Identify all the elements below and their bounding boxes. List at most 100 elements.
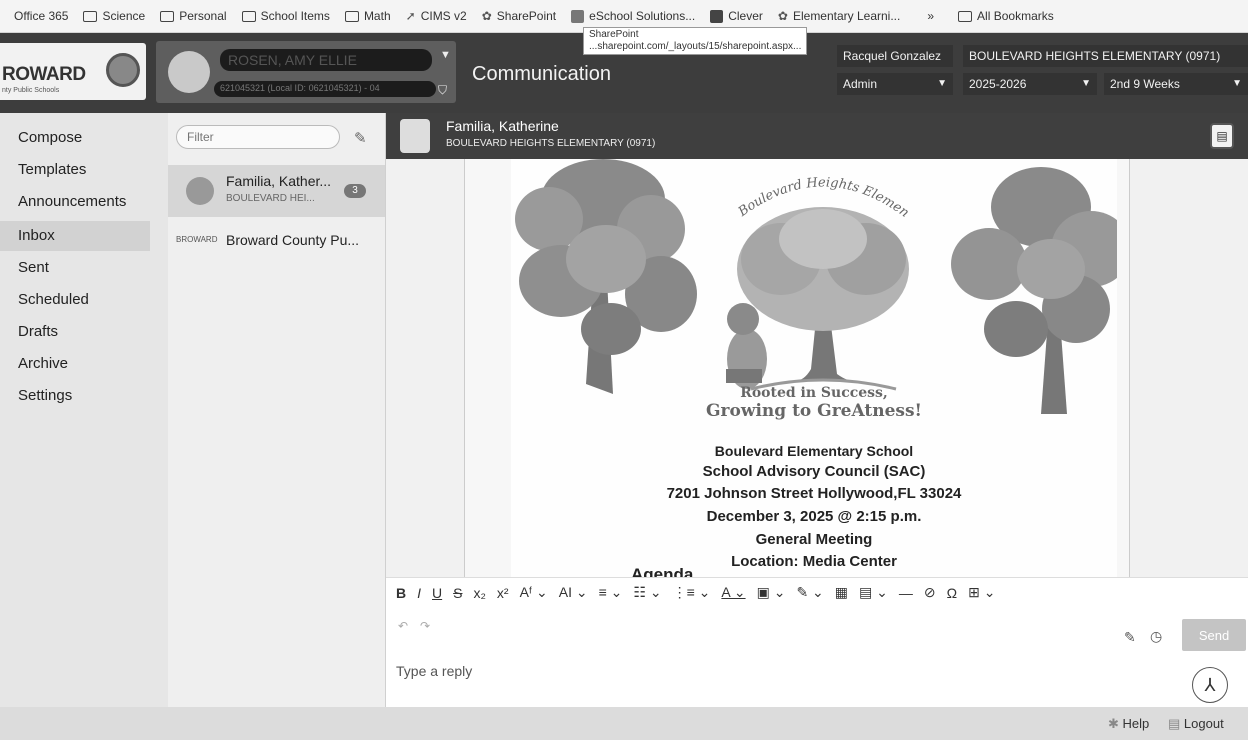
role-selector[interactable]: Admin ▼ [837,73,953,95]
folder-icon [344,10,359,22]
bookmark-label: SharePoint [496,9,557,23]
pdf-icon[interactable]: ⅄ [1192,667,1228,703]
unread-badge: 3 [344,184,366,198]
ai-assist-button[interactable]: AI ⌄ [559,584,588,601]
list-item[interactable]: Familia, Kather... BOULEVARD HEI... 3 [168,165,385,217]
undo-icon[interactable]: ↶ [398,619,408,633]
right-tree-icon [951,167,1117,414]
help-icon: ✱ [1108,716,1119,731]
font-size-button[interactable]: Aᶠ ⌄ [520,584,548,601]
sidebar-item-settings[interactable]: Settings [18,387,168,404]
page-title: Communication [472,63,611,85]
archive-icon[interactable]: ▤ [1210,123,1234,149]
logout-label: Logout [1183,716,1224,731]
superscript-button[interactable]: x² [497,585,509,601]
bookmark-cims[interactable]: ➚ CIMS v2 [406,9,467,23]
bookmark-tooltip: SharePoint ...sharepoint.com/_layouts/15… [583,27,808,55]
table-button[interactable]: ▤ ⌄ [859,584,888,601]
edit-icon[interactable]: ✎ [1124,629,1136,646]
reply-input[interactable]: Type a reply [396,659,1096,683]
bookmark-personal[interactable]: Personal [160,9,227,23]
bullet-list-button[interactable]: ☷ ⌄ [633,584,661,601]
schedule-clock-icon[interactable]: ◷ [1150,628,1162,645]
bookmark-clever[interactable]: Clever [710,9,763,23]
term-value: 2nd 9 Weeks [1110,77,1180,91]
bookmark-label: Personal [179,9,227,23]
district-logo[interactable]: ROWARD nty Public Schools [0,43,146,100]
school-selector[interactable]: BOULEVARD HEIGHTS ELEMENTARY (0971) [963,45,1248,67]
bookmark-office365[interactable]: Office 365 [14,9,68,23]
bookmark-label: All Bookmarks [977,9,1054,23]
sidebar-item-scheduled[interactable]: Scheduled [18,291,168,308]
numbered-list-button[interactable]: ⋮≡ ⌄ [673,584,711,601]
highlight-button[interactable]: ✎ ⌄ [796,584,823,601]
logo-subtext: nty Public Schools [2,87,60,94]
sidebar-item-archive[interactable]: Archive [18,355,168,372]
bookmarks-overflow-button[interactable]: » [927,9,934,23]
flyer-meeting-type: General Meeting [755,531,873,548]
role-value: Admin [843,77,878,91]
bookmark-science[interactable]: Science [83,9,145,23]
all-bookmarks-button[interactable]: All Bookmarks [958,9,1054,23]
strikethrough-button[interactable]: S [453,585,462,601]
bookmark-label: Clever [728,9,763,23]
logout-link[interactable]: ▤ Logout [1168,716,1224,732]
sidebar-item-sent[interactable]: Sent [18,259,168,276]
shield-icon: ⛉ [438,83,448,97]
send-button[interactable]: Send [1182,619,1246,651]
bookmark-school-items[interactable]: School Items [241,9,330,23]
bold-button[interactable]: B [396,585,406,601]
bookmark-label: Science [102,9,146,23]
insert-image-button[interactable]: ⊞ ⌄ [968,584,995,601]
horizontal-rule-button[interactable]: — [899,585,913,601]
align-button[interactable]: ≡ ⌄ [599,584,623,601]
student-name: ROSEN, AMY ELLIE [220,49,432,71]
student-selector[interactable]: ROSEN, AMY ELLIE 621045321 (Local ID: 06… [156,41,456,103]
term-selector[interactable]: 2nd 9 Weeks ▼ [1104,73,1248,95]
special-character-button[interactable]: Ω [947,585,957,601]
sidebar-item-compose[interactable]: Compose [18,129,168,146]
folder-icon [241,10,256,22]
bookmark-math[interactable]: Math [344,9,391,23]
underline-button[interactable]: U [432,585,442,601]
student-id: 621045321 (Local ID: 0621045321) - 04 [214,81,436,97]
bookmark-eschool[interactable]: eSchool Solutions... [571,9,695,23]
user-name: Racquel Gonzalez [837,45,953,67]
flyer-date: December 3, 2025 @ 2:15 p.m. [706,508,922,525]
chevron-down-icon[interactable]: ▼ [440,49,451,61]
folder-icon [160,10,175,22]
flyer-motto-line2: Growing to GreAtness! [706,401,922,421]
list-item[interactable]: BROWARD Broward County Pu... [168,223,385,259]
year-value: 2025-2026 [969,77,1027,91]
chevron-down-icon: ▼ [1081,78,1091,89]
logo-text: ROWARD [2,64,86,85]
text-color-button[interactable]: A ⌄ [721,584,745,601]
italic-button[interactable]: I [417,585,421,601]
left-tree-icon [515,159,697,394]
chevron-down-icon: ▼ [937,78,947,89]
subscript-button[interactable]: x₂ [473,585,485,601]
new-message-icon[interactable]: ✎ [354,129,367,147]
sidebar-item-inbox[interactable]: Inbox [0,221,150,251]
flyer-address: 7201 Johnson Street Hollywood,FL 33024 [666,485,962,502]
sidebar-item-announcements[interactable]: Announcements [18,193,168,210]
sidebar-item-templates[interactable]: Templates [18,161,168,178]
bookmark-elementary[interactable]: ✿ Elementary Learni... [778,9,900,23]
link-button[interactable]: ⊘ [924,584,936,601]
flyer-motto-line1: Rooted in Success, [740,385,888,401]
redo-icon[interactable]: ↷ [420,619,430,633]
year-selector[interactable]: 2025-2026 ▼ [963,73,1097,95]
bookmark-label: Elementary Learni... [792,9,901,23]
tooltip-url: ...sharepoint.com/_layouts/15/sharepoint… [589,41,802,52]
background-color-button[interactable]: ▣ ⌄ [757,584,786,601]
bookmark-sharepoint[interactable]: ✿ SharePoint [482,9,556,23]
site-icon [571,9,585,23]
chevron-down-icon: ▼ [1232,78,1242,89]
formatting-toolbar: B I U S x₂ x² Aᶠ ⌄ AI ⌄ ≡ ⌄ ☷ ⌄ ⋮≡ ⌄ A ⌄… [386,577,1248,607]
logout-icon: ▤ [1168,716,1181,731]
avatar [186,177,214,205]
help-link[interactable]: ✱ Help [1108,716,1149,732]
insert-field-button[interactable]: ▦ [835,584,848,601]
filter-input[interactable] [176,125,340,149]
sidebar-item-drafts[interactable]: Drafts [18,323,168,340]
